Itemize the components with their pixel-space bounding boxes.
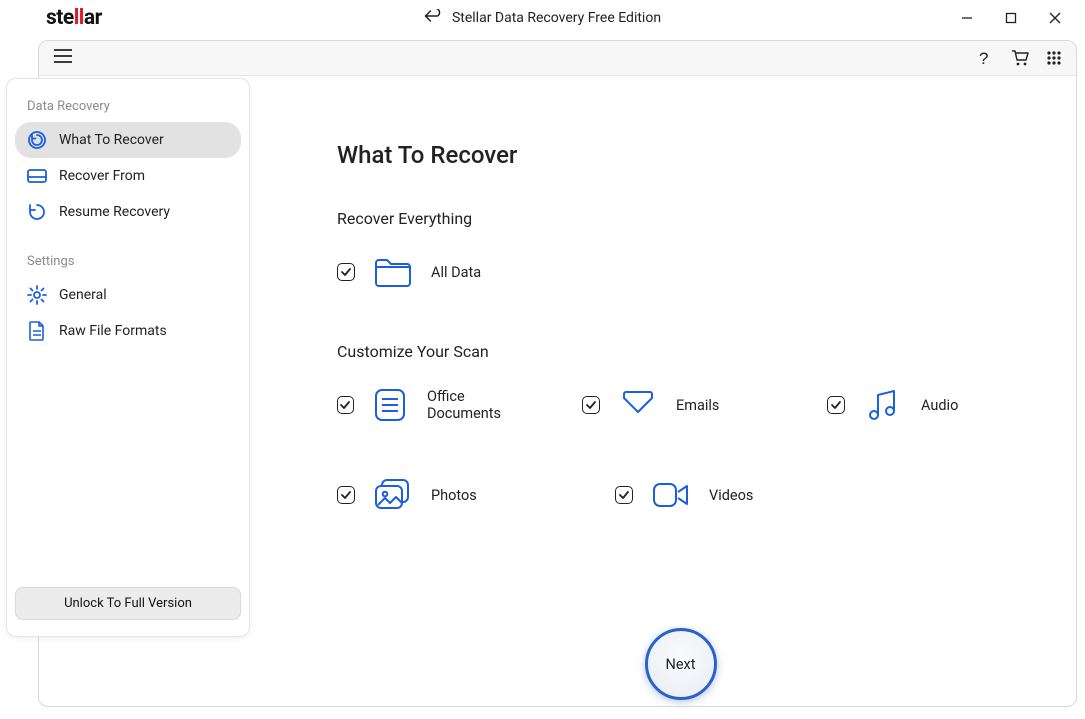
label-photos: Photos <box>431 487 477 504</box>
option-emails: Emails <box>582 385 779 425</box>
help-icon[interactable]: ? <box>976 49 994 67</box>
window-title-text: Stellar Data Recovery Free Edition <box>452 10 661 26</box>
checkbox-photos[interactable] <box>337 486 355 504</box>
label-emails: Emails <box>676 397 719 414</box>
checkbox-emails[interactable] <box>582 396 600 414</box>
sidebar-item-recover-from[interactable]: Recover From <box>15 158 241 194</box>
checkbox-audio[interactable] <box>827 396 845 414</box>
toolbar: ? <box>39 41 1076 76</box>
option-office-documents: Office Documents <box>337 385 534 425</box>
section-customize-scan: Customize Your Scan <box>337 342 1024 361</box>
sidebar-section-data-recovery: Data Recovery <box>15 93 241 122</box>
next-label: Next <box>666 656 696 673</box>
main-content: What To Recover Recover Everything All D… <box>301 117 1060 694</box>
sidebar-item-label: General <box>59 287 107 303</box>
gear-icon <box>27 285 47 305</box>
page-title: What To Recover <box>337 141 1024 169</box>
apps-icon[interactable] <box>1046 50 1062 66</box>
option-all-data: All Data <box>337 252 567 292</box>
app-logo: stellar <box>46 6 102 30</box>
sidebar-section-settings: Settings <box>15 248 241 277</box>
label-audio: Audio <box>921 397 958 414</box>
recover-icon <box>27 130 47 150</box>
drive-icon <box>27 166 47 186</box>
unlock-full-version-button[interactable]: Unlock To Full Version <box>15 587 241 620</box>
close-button[interactable] <box>1047 10 1063 26</box>
sidebar-item-label: What To Recover <box>59 132 164 148</box>
folder-icon[interactable] <box>373 252 413 292</box>
audio-icon[interactable] <box>863 385 903 425</box>
unlock-label: Unlock To Full Version <box>64 596 192 611</box>
minimize-button[interactable] <box>959 10 975 26</box>
sidebar-item-general[interactable]: General <box>15 277 241 313</box>
option-videos: Videos <box>615 475 845 515</box>
label-videos: Videos <box>709 487 753 504</box>
option-audio: Audio <box>827 385 1024 425</box>
window-controls <box>959 10 1081 26</box>
checkbox-videos[interactable] <box>615 486 633 504</box>
checkbox-office[interactable] <box>337 396 354 414</box>
menu-icon[interactable] <box>53 48 73 68</box>
logo-text-post: ar <box>84 6 102 30</box>
file-icon <box>27 321 47 341</box>
document-icon[interactable] <box>372 385 409 425</box>
label-office: Office Documents <box>427 388 534 422</box>
checkbox-all-data[interactable] <box>337 263 355 281</box>
label-all-data: All Data <box>431 264 481 281</box>
resume-icon <box>27 202 47 222</box>
window-title: Stellar Data Recovery Free Edition <box>424 9 661 27</box>
sidebar-item-resume-recovery[interactable]: Resume Recovery <box>15 194 241 230</box>
email-icon[interactable] <box>618 385 658 425</box>
logo-text-mid: ll <box>74 6 84 30</box>
cart-icon[interactable] <box>1010 49 1030 67</box>
svg-text:?: ? <box>979 49 988 67</box>
sidebar-item-label: Recover From <box>59 168 145 184</box>
titlebar: stellar Stellar Data Recovery Free Editi… <box>0 0 1085 36</box>
option-photos: Photos <box>337 475 567 515</box>
sidebar-item-label: Resume Recovery <box>59 204 170 220</box>
section-recover-everything: Recover Everything <box>337 209 1024 228</box>
photos-icon[interactable] <box>373 475 413 515</box>
logo-text-pre: ste <box>46 6 74 30</box>
sidebar-item-what-to-recover[interactable]: What To Recover <box>15 122 241 158</box>
sidebar: Data Recovery What To Recover Recover Fr… <box>6 78 250 637</box>
sidebar-item-raw-file-formats[interactable]: Raw File Formats <box>15 313 241 349</box>
video-icon[interactable] <box>651 475 691 515</box>
back-icon[interactable] <box>424 9 442 27</box>
maximize-button[interactable] <box>1003 10 1019 26</box>
sidebar-item-label: Raw File Formats <box>59 323 167 339</box>
next-button[interactable]: Next <box>645 628 717 700</box>
